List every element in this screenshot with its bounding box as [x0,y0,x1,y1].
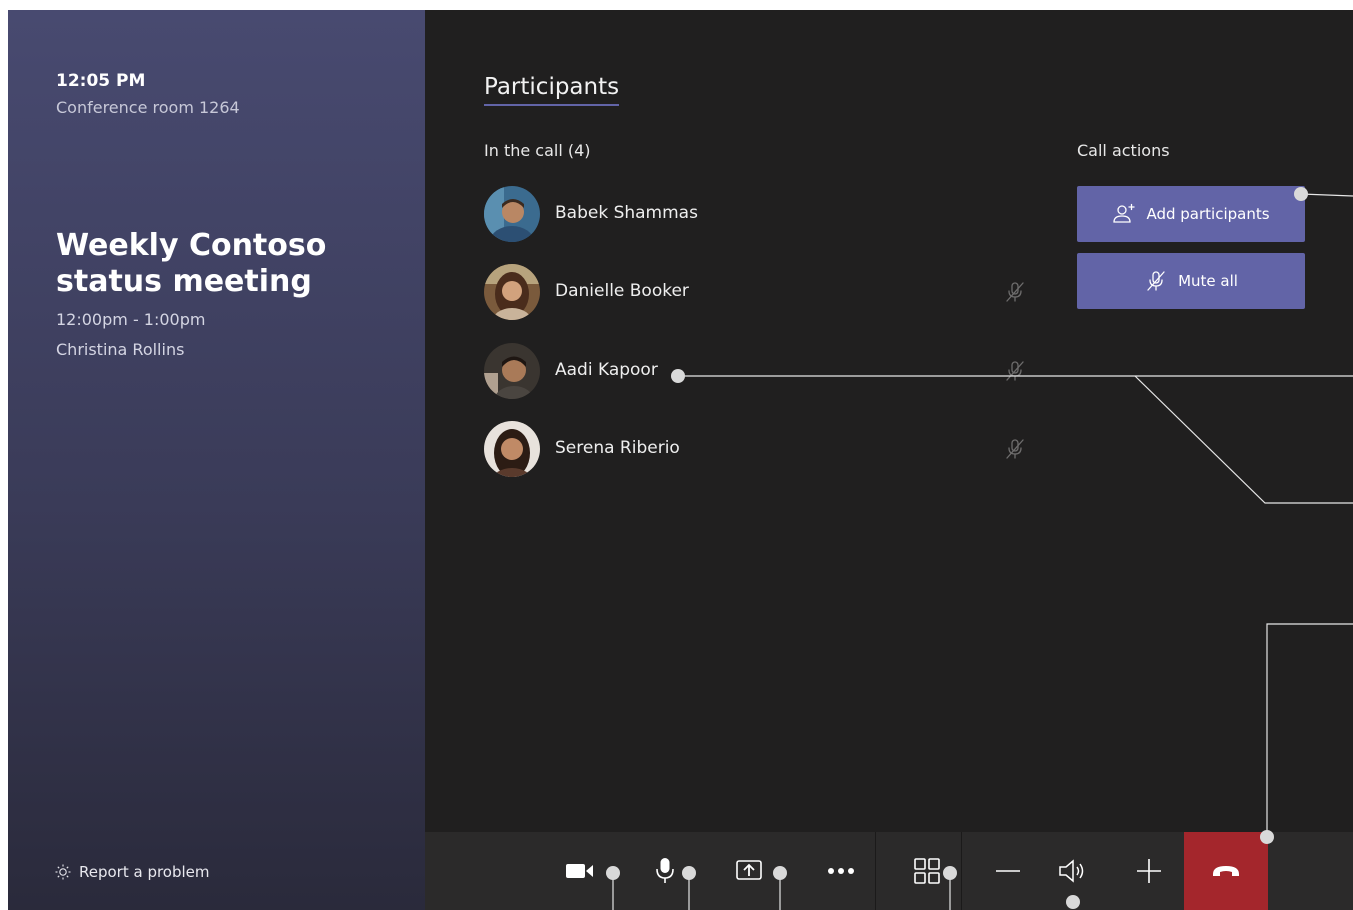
clock-time: 12:05 PM [56,71,146,91]
layout-icon [914,858,940,884]
avatar [484,421,540,477]
share-screen-button[interactable] [727,832,771,910]
hang-up-icon [1213,866,1239,876]
participant-row[interactable]: Serena Riberio [484,421,1044,477]
microphone-muted-icon [1147,271,1165,291]
room-name: Conference room 1264 [56,98,240,117]
camera-button[interactable] [555,832,605,910]
participant-row[interactable]: Babek Shammas [484,186,1044,242]
call-toolbar [425,832,1353,910]
participant-name: Danielle Booker [555,281,689,301]
microphone-button[interactable] [643,832,687,910]
participant-row[interactable]: Danielle Booker [484,264,1044,320]
meeting-time: 12:00pm - 1:00pm [56,310,206,329]
participant-row[interactable]: Aadi Kapoor [484,343,1044,399]
toolbar-divider [875,832,876,910]
volume-down-icon [996,870,1020,872]
avatar [484,264,540,320]
more-options-button[interactable] [819,832,863,910]
microphone-muted-icon [1006,282,1024,302]
mute-all-button[interactable]: Mute all [1077,253,1305,309]
volume-up-button[interactable] [1131,832,1167,910]
add-participants-label: Add participants [1146,205,1270,223]
volume-up-icon [1137,859,1161,883]
meeting-sidebar: 12:05 PM Conference room 1264 Weekly Con… [8,10,425,910]
speaker-button[interactable] [1055,832,1091,910]
meeting-organizer: Christina Rollins [56,340,185,359]
volume-down-button[interactable] [990,832,1026,910]
share-screen-icon [736,860,762,880]
participants-tab[interactable]: Participants [484,74,620,106]
mute-all-label: Mute all [1178,272,1238,290]
hang-up-button[interactable] [1184,832,1268,910]
report-problem-label: Report a problem [79,863,210,881]
participant-name: Babek Shammas [555,203,698,223]
speaker-icon [1059,859,1084,883]
call-actions-label: Call actions [1077,141,1170,160]
microphone-muted-icon [1006,361,1024,381]
participants-panel: Participants In the call (4) Babek Shamm… [425,10,1353,910]
add-participants-button[interactable]: Add participants [1077,186,1305,242]
layout-button[interactable] [905,832,949,910]
camera-icon [566,864,593,878]
lightbulb-icon [55,864,71,880]
participant-name: Aadi Kapoor [555,360,658,380]
report-problem-link[interactable]: Report a problem [54,863,210,881]
avatar [484,186,540,242]
microphone-muted-icon [1006,439,1024,459]
meeting-title: Weekly Contoso status meeting [56,228,327,299]
toolbar-divider [961,832,962,910]
in-call-label: In the call (4) [484,141,591,160]
participant-name: Serena Riberio [555,438,680,458]
avatar [484,343,540,399]
more-options-icon [828,868,854,874]
add-person-icon [1113,203,1136,223]
microphone-icon [656,858,674,883]
